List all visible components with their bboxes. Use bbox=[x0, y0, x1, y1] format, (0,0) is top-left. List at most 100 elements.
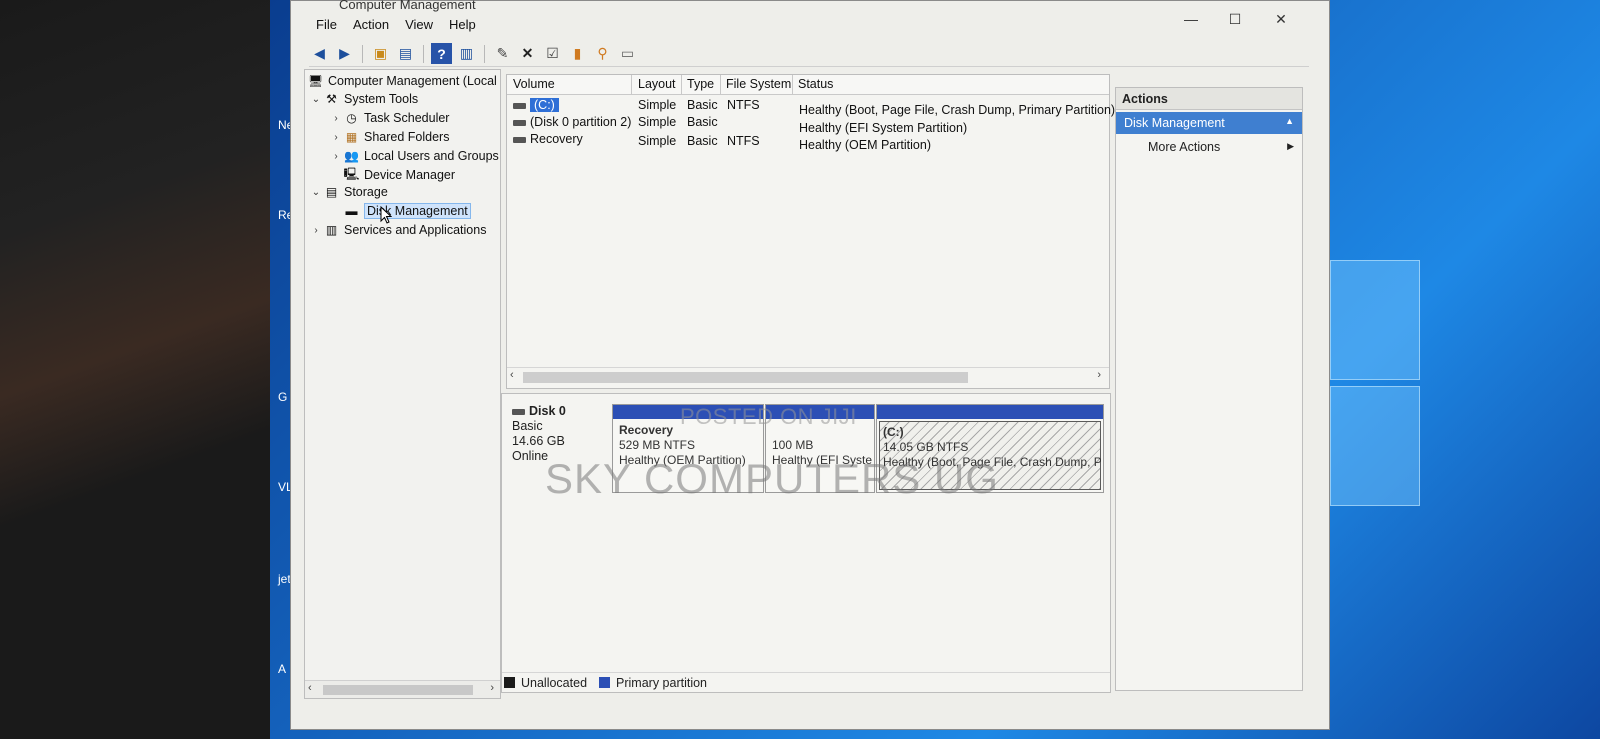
window-title: Computer Management bbox=[339, 0, 476, 12]
expand-chevron-icon[interactable]: › bbox=[329, 113, 343, 124]
column-type[interactable]: Type bbox=[687, 77, 714, 91]
menu-action[interactable]: Action bbox=[346, 17, 398, 37]
column-status[interactable]: Status bbox=[798, 77, 833, 91]
column-divider[interactable] bbox=[792, 75, 793, 95]
expand-chevron-icon[interactable]: › bbox=[329, 132, 343, 143]
tools-icon: ⚒ bbox=[326, 92, 337, 106]
tree-label: Device Manager bbox=[364, 168, 456, 182]
disk-size: 14.66 GB bbox=[512, 434, 565, 448]
menu-file[interactable]: File bbox=[309, 17, 346, 37]
forward-arrow-icon[interactable]: ▶ bbox=[334, 43, 355, 64]
export-icon[interactable]: ▮ bbox=[567, 43, 588, 64]
actions-title: Actions bbox=[1116, 88, 1302, 110]
legend-primary: Primary partition bbox=[616, 675, 708, 690]
legend: Unallocated Primary partition bbox=[502, 672, 1110, 692]
tree-item-local-users[interactable]: › 👥 Local Users and Groups bbox=[329, 147, 499, 165]
show-hide-tree-icon[interactable]: ▤ bbox=[395, 43, 416, 64]
windows-logo bbox=[1330, 260, 1420, 510]
scrollbar-thumb[interactable] bbox=[523, 372, 968, 383]
volume-row[interactable]: (Disk 0 partition 2) Simple Basic Health… bbox=[507, 115, 1109, 135]
volume-name: Recovery bbox=[530, 132, 583, 146]
volume-name: (Disk 0 partition 2) bbox=[530, 115, 632, 129]
partition-size: 14.05 GB NTFS bbox=[883, 440, 969, 454]
column-divider[interactable] bbox=[631, 75, 632, 95]
users-icon: 👥 bbox=[344, 149, 359, 163]
disk-graphical-view: Disk 0 Basic 14.66 GB Online Recovery 52… bbox=[501, 393, 1111, 693]
tree-label: Computer Management (Local bbox=[328, 74, 497, 88]
collapse-chevron-icon[interactable]: ⌄ bbox=[309, 94, 323, 105]
primary-swatch bbox=[599, 677, 611, 688]
menu-help[interactable]: Help bbox=[442, 17, 485, 37]
delete-icon[interactable]: ✕ bbox=[517, 43, 538, 64]
desktop-icon-label: G bbox=[278, 390, 288, 404]
disk-icon: ▬ bbox=[345, 204, 358, 218]
volume-layout: Simple bbox=[638, 98, 677, 112]
minimize-button[interactable]: — bbox=[1171, 11, 1211, 27]
volume-type: Basic bbox=[687, 134, 718, 148]
actions-section-disk-management[interactable]: Disk Management ▲ bbox=[1116, 112, 1302, 134]
view-icon[interactable]: ▭ bbox=[617, 43, 638, 64]
volume-layout: Simple bbox=[638, 134, 677, 148]
column-file-system[interactable]: File System bbox=[726, 77, 791, 91]
maximize-button[interactable]: ☐ bbox=[1215, 11, 1255, 28]
scrollbar-thumb[interactable] bbox=[323, 685, 473, 695]
services-icon: ▥ bbox=[325, 223, 338, 237]
scroll-right-icon[interactable]: › bbox=[490, 682, 494, 694]
column-divider[interactable] bbox=[720, 75, 721, 95]
partition-name: (C:) bbox=[883, 425, 904, 439]
scroll-left-icon[interactable]: ‹ bbox=[510, 369, 514, 381]
menu-view[interactable]: View bbox=[398, 17, 442, 37]
tree-label: Shared Folders bbox=[364, 130, 450, 144]
tree-item-shared-folders[interactable]: › ▦ Shared Folders bbox=[329, 128, 449, 146]
expand-chevron-icon[interactable]: › bbox=[329, 151, 343, 162]
help-icon[interactable]: ? bbox=[431, 43, 452, 64]
disk-kind: Basic bbox=[512, 419, 543, 433]
collapse-chevron-icon[interactable]: ⌄ bbox=[309, 187, 323, 198]
tree-item-services[interactable]: › ▥ Services and Applications bbox=[309, 221, 486, 239]
computer-icon: 🖥 bbox=[307, 74, 324, 88]
tree-item-disk-management[interactable]: ▬ Disk Management bbox=[343, 202, 471, 220]
column-layout[interactable]: Layout bbox=[638, 77, 676, 91]
tree-label: Services and Applications bbox=[344, 223, 487, 237]
back-arrow-icon[interactable]: ◀ bbox=[309, 43, 330, 64]
desktop-icon-label: jet bbox=[278, 572, 291, 586]
volume-row[interactable]: (C:) Simple Basic NTFS Healthy (Boot, Pa… bbox=[507, 98, 1115, 117]
actions-section-label: Disk Management bbox=[1124, 116, 1225, 130]
up-folder-icon[interactable]: ▣ bbox=[370, 43, 391, 64]
close-button[interactable]: ✕ bbox=[1261, 11, 1301, 28]
scroll-right-icon[interactable]: › bbox=[1097, 369, 1101, 381]
actions-pane: Actions Disk Management ▲ More Actions ▶ bbox=[1115, 87, 1303, 691]
expand-chevron-icon[interactable]: › bbox=[309, 225, 323, 236]
submenu-arrow-icon[interactable]: ▶ bbox=[1287, 141, 1294, 152]
volume-row[interactable]: Recovery Simple Basic NTFS Healthy (OEM … bbox=[507, 132, 1109, 152]
volume-file-system: NTFS bbox=[727, 134, 760, 148]
column-volume[interactable]: Volume bbox=[513, 77, 555, 91]
more-actions[interactable]: More Actions bbox=[1148, 140, 1220, 154]
menu-bar: File Action View Help bbox=[309, 17, 485, 37]
column-divider[interactable] bbox=[681, 75, 682, 95]
watermark-line1: POSTED ON JIJI bbox=[680, 404, 857, 429]
toolbar-separator bbox=[362, 44, 363, 63]
search-icon[interactable]: ⚲ bbox=[592, 43, 613, 64]
toolbar: ◀ ▶ ▣ ▤ ? ▥ ✎ ✕ ☑ ▮ ⚲ ▭ bbox=[309, 41, 1309, 67]
volume-horizontal-scrollbar[interactable]: ‹ › bbox=[507, 367, 1109, 385]
tree-item-device-manager[interactable]: 🖳 Device Manager bbox=[343, 166, 455, 184]
tree-label: Local Users and Groups bbox=[364, 149, 499, 163]
volume-file-system: NTFS bbox=[727, 98, 760, 112]
scroll-left-icon[interactable]: ‹ bbox=[308, 682, 312, 694]
tree-item-root[interactable]: 🖥 Computer Management (Local bbox=[307, 72, 497, 90]
tree-item-task-scheduler[interactable]: › ◷ Task Scheduler bbox=[329, 109, 449, 127]
mouse-cursor-icon bbox=[380, 206, 392, 224]
tree-horizontal-scrollbar[interactable]: ‹ › bbox=[305, 680, 500, 698]
tree-item-system-tools[interactable]: ⌄ ⚒ System Tools bbox=[309, 90, 418, 108]
tree-item-storage[interactable]: ⌄ ▤ Storage bbox=[309, 183, 388, 201]
check-icon[interactable]: ☑ bbox=[542, 43, 563, 64]
console-tree: 🖥 Computer Management (Local ⌄ ⚒ System … bbox=[304, 69, 501, 699]
toolbar-separator bbox=[484, 44, 485, 63]
properties-icon[interactable]: ▥ bbox=[456, 43, 477, 64]
collapse-caret-icon[interactable]: ▲ bbox=[1285, 116, 1294, 126]
volume-list-header: Volume Layout Type File System Status bbox=[507, 75, 1109, 95]
volume-icon bbox=[513, 119, 526, 126]
shared-folder-icon: ▦ bbox=[345, 130, 358, 144]
connect-icon[interactable]: ✎ bbox=[492, 43, 513, 64]
